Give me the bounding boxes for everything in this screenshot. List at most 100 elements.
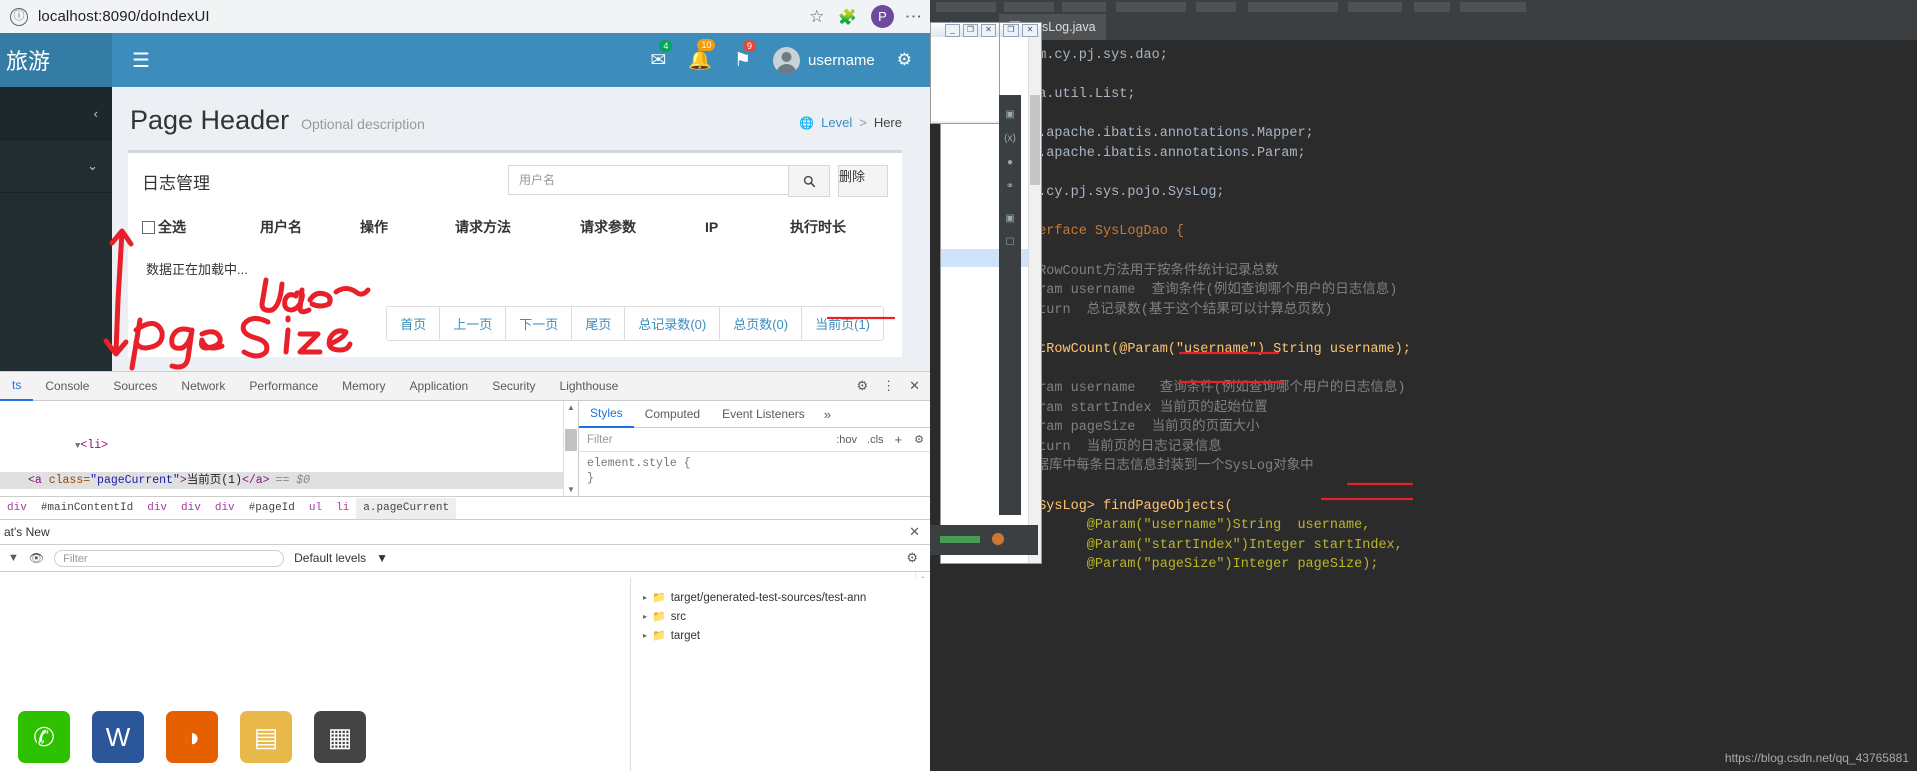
styles-more-icon[interactable]: » bbox=[816, 407, 839, 422]
list-item[interactable]: ▸ 📁 src bbox=[631, 607, 930, 626]
links-icon[interactable]: ⚭ bbox=[1002, 179, 1018, 195]
cls-toggle[interactable]: .cls bbox=[862, 434, 889, 446]
list-item[interactable]: ▸ 📁 target bbox=[631, 626, 930, 645]
tab-computed[interactable]: Computed bbox=[634, 402, 711, 427]
scroll-down-arrow-icon[interactable]: ▼ bbox=[564, 483, 578, 496]
tab-sources[interactable]: Sources bbox=[101, 373, 169, 400]
layout-icon[interactable]: ▣ bbox=[1002, 211, 1018, 227]
console-filter-input[interactable]: Filter bbox=[54, 549, 285, 567]
bell-icon[interactable]: 🔔 10 bbox=[688, 39, 716, 72]
envelope-icon[interactable]: ✉ 4 bbox=[650, 39, 673, 72]
page-first[interactable]: 首页 bbox=[387, 307, 441, 340]
dom-line-li-open[interactable]: ▼<li> bbox=[0, 420, 578, 472]
close-icon[interactable]: ✕ bbox=[1022, 23, 1038, 37]
crumb-maincontentid[interactable]: #mainContentId bbox=[34, 498, 140, 519]
word-icon[interactable]: W bbox=[92, 711, 144, 763]
list-item[interactable]: ▸ 📁 target/generated-test-sources/test-a… bbox=[631, 588, 930, 607]
app-icon[interactable]: ▦ bbox=[314, 711, 366, 763]
dom-scrollbar[interactable]: ▲ ▼ bbox=[563, 401, 578, 496]
devtools-kebab-icon[interactable]: ⋮ bbox=[882, 378, 895, 394]
selected-row[interactable] bbox=[941, 249, 1041, 267]
panel-icon[interactable]: ☐ bbox=[1002, 235, 1018, 251]
crumb-div-2[interactable]: div bbox=[140, 498, 174, 519]
crumb-div-4[interactable]: div bbox=[208, 498, 242, 519]
crumb-div-1[interactable]: div bbox=[0, 498, 34, 519]
crumb-a-pagecurrent[interactable]: a.pageCurrent bbox=[356, 497, 457, 519]
tab-memory[interactable]: Memory bbox=[330, 373, 397, 400]
page-total-records[interactable]: 总记录数(0) bbox=[625, 307, 721, 340]
chevron-right-icon[interactable]: ▸ bbox=[643, 593, 647, 602]
firefox-icon[interactable]: ◑ bbox=[166, 711, 218, 763]
scroll-thumb[interactable] bbox=[565, 429, 577, 451]
hov-toggle[interactable]: :hov bbox=[831, 434, 862, 446]
tab-event-listeners[interactable]: Event Listeners bbox=[711, 402, 816, 427]
console-gear-icon[interactable]: ⚙ bbox=[906, 550, 930, 566]
tab-performance[interactable]: Performance bbox=[237, 373, 330, 400]
folder-icon[interactable]: ▤ bbox=[240, 711, 292, 763]
close-icon[interactable]: ✕ bbox=[981, 23, 996, 37]
element-style-rule[interactable]: element.style { } bbox=[579, 452, 930, 486]
crumb-pageid[interactable]: #pageId bbox=[242, 498, 302, 519]
sidebar-expand-row[interactable]: ⌄ bbox=[0, 140, 112, 193]
window-scrollbar[interactable] bbox=[1028, 37, 1041, 563]
bookmark-star-icon[interactable]: ☆ bbox=[809, 7, 824, 27]
minimize-icon[interactable]: _ bbox=[945, 23, 960, 37]
page-last[interactable]: 尾页 bbox=[572, 307, 626, 340]
crumb-li[interactable]: li bbox=[329, 498, 356, 519]
globe-icon[interactable]: 🌐 bbox=[799, 116, 814, 130]
delete-button[interactable]: 删除 bbox=[838, 165, 888, 197]
restore-icon[interactable]: ❐ bbox=[1003, 23, 1019, 37]
hamburger-menu-icon[interactable]: ☰ bbox=[132, 48, 150, 73]
user-menu[interactable]: username bbox=[773, 46, 875, 74]
settings-gears-icon[interactable]: ⚙ bbox=[897, 50, 912, 70]
scroll-up-arrow-icon[interactable]: ▲ bbox=[564, 401, 578, 414]
site-info-icon[interactable]: ⓘ bbox=[10, 7, 28, 26]
tab-application[interactable]: Application bbox=[397, 373, 480, 400]
whats-new-close-icon[interactable]: ✕ bbox=[909, 524, 930, 540]
profile-avatar[interactable]: P bbox=[871, 5, 894, 28]
structure-icon[interactable]: ▣ bbox=[1002, 107, 1018, 123]
tab-network[interactable]: Network bbox=[169, 373, 237, 400]
dom-line-li-close[interactable]: </li> bbox=[0, 489, 578, 496]
styles-gear-icon[interactable]: ⚙ bbox=[908, 433, 930, 446]
tab-security[interactable]: Security bbox=[480, 373, 547, 400]
new-style-rule-button[interactable]: + bbox=[889, 432, 909, 447]
eye-icon[interactable]: 👁 bbox=[29, 551, 44, 565]
chevron-right-icon[interactable]: ▸ bbox=[643, 612, 647, 621]
page-next[interactable]: 下一页 bbox=[506, 307, 573, 340]
console-filter-chevron-icon[interactable]: ▼ bbox=[8, 552, 19, 564]
variables-icon[interactable]: (x) bbox=[1002, 131, 1018, 147]
ide-code-editor[interactable]: com.cy.pj.sys.dao; ava.util.List; rg.apa… bbox=[930, 40, 1917, 771]
page-total-pages[interactable]: 总页数(0) bbox=[720, 307, 803, 340]
crumb-div-3[interactable]: div bbox=[174, 498, 208, 519]
tab-elements[interactable]: ts bbox=[0, 372, 34, 401]
search-input[interactable] bbox=[508, 165, 788, 195]
tab-styles[interactable]: Styles bbox=[579, 401, 634, 428]
console-levels-chevron-icon[interactable]: ▼ bbox=[376, 551, 388, 565]
tab-console[interactable]: Console bbox=[33, 373, 101, 400]
dom-line-anchor[interactable]: <a class="pageCurrent">当前页(1)</a> == $0 bbox=[0, 472, 578, 489]
scroll-thumb[interactable] bbox=[1030, 95, 1040, 185]
browser-menu-icon[interactable]: ⋮ bbox=[904, 8, 923, 25]
pagination: 首页 上一页 下一页 尾页 总记录数(0) 总页数(0) 当前页(1) bbox=[386, 306, 884, 341]
page-prev[interactable]: 上一页 bbox=[440, 307, 507, 340]
sidebar-collapse-row[interactable]: ‹ bbox=[0, 87, 112, 140]
console-levels-dropdown[interactable]: Default levels bbox=[294, 551, 366, 565]
flag-icon[interactable]: ⚑ 9 bbox=[734, 39, 757, 72]
chevron-right-icon[interactable]: ▸ bbox=[643, 631, 647, 640]
extensions-puzzle-icon[interactable]: 🧩 bbox=[838, 8, 857, 26]
restore-icon[interactable]: ❐ bbox=[963, 23, 978, 37]
app-brand-logo[interactable]: 旅游 bbox=[0, 33, 112, 87]
page-current[interactable]: 当前页(1) bbox=[802, 307, 883, 340]
styles-filter-input[interactable]: Filter bbox=[579, 434, 831, 446]
crumb-ul[interactable]: ul bbox=[302, 498, 329, 519]
url-text[interactable]: localhost:8090/doIndexUI bbox=[38, 8, 210, 25]
wechat-icon[interactable]: ✆ bbox=[18, 711, 70, 763]
tab-lighthouse[interactable]: Lighthouse bbox=[548, 373, 631, 400]
devtools-settings-gear-icon[interactable]: ⚙ bbox=[856, 378, 868, 394]
select-all-checkbox[interactable] bbox=[142, 220, 155, 234]
beans-icon[interactable]: ● bbox=[1002, 155, 1018, 171]
breadcrumb-item-level[interactable]: Level bbox=[821, 115, 852, 130]
search-button[interactable] bbox=[788, 165, 830, 197]
devtools-close-icon[interactable]: ✕ bbox=[909, 378, 920, 394]
